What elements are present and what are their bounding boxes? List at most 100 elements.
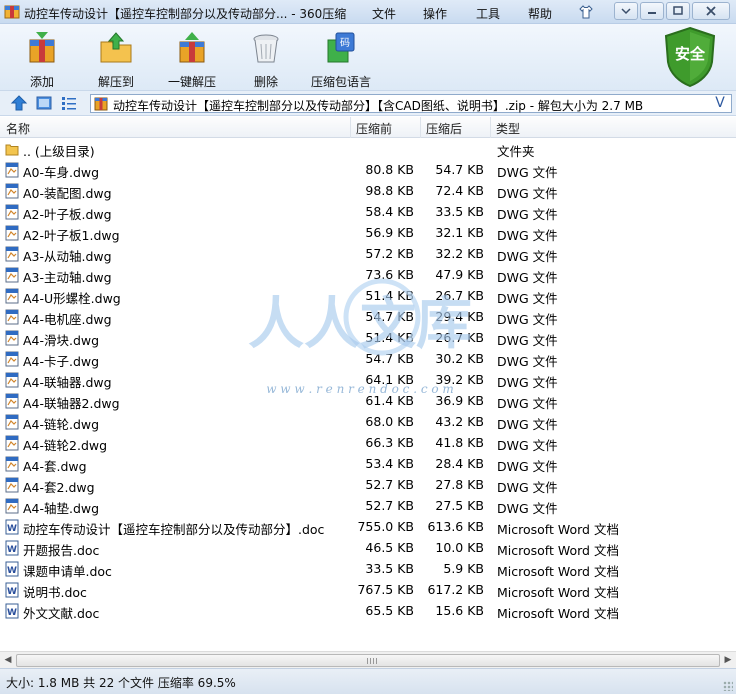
file-row[interactable]: W 外文文献.doc 65.5 KB 15.6 KB Microsoft Word 文档: [0, 600, 736, 621]
column-separator[interactable]: [420, 117, 421, 138]
word-doc-icon: W: [5, 561, 19, 577]
file-row[interactable]: A4-套2.dwg 52.7 KB 27.8 KB DWG 文件: [0, 474, 736, 495]
file-row[interactable]: A4-电机座.dwg 54.7 KB 29.4 KB DWG 文件: [0, 306, 736, 327]
scroll-left-icon[interactable]: ◀: [2, 655, 14, 666]
archive-language-button[interactable]: 码 压缩包语言: [310, 30, 372, 90]
file-size: 80.8 KB: [365, 162, 414, 177]
file-name: A4-滑块.dwg: [23, 333, 100, 348]
file-row[interactable]: A3-从动轴.dwg 57.2 KB 32.2 KB DWG 文件: [0, 243, 736, 264]
file-size: 33.5 KB: [365, 561, 414, 576]
file-compressed-size: 32.1 KB: [435, 225, 484, 240]
shirt-skin-icon[interactable]: [578, 4, 594, 20]
file-row[interactable]: W 说明书.doc 767.5 KB 617.2 KB Microsoft Word 文…: [0, 579, 736, 600]
parent-folder-row[interactable]: .. (上级目录) 文件夹: [0, 138, 736, 159]
file-row[interactable]: A2-叶子板.dwg 58.4 KB 33.5 KB DWG 文件: [0, 201, 736, 222]
safe-badge[interactable]: 安全: [662, 26, 718, 88]
file-compressed-size: 72.4 KB: [435, 183, 484, 198]
file-type: Microsoft Word 文档: [497, 543, 619, 558]
file-compressed-size: 10.0 KB: [435, 540, 484, 555]
address-path: 动控车传动设计【遥控车控制部分以及传动部分】【含CAD图纸、说明书】.zip -…: [113, 99, 644, 113]
file-type: DWG 文件: [497, 228, 558, 243]
add-button[interactable]: 添加: [20, 30, 64, 90]
dwg-file-icon: [5, 393, 19, 409]
dwg-file-icon: [5, 330, 19, 346]
column-name[interactable]: 名称: [6, 120, 30, 136]
list-view-icon[interactable]: [60, 95, 78, 111]
word-doc-icon: W: [5, 603, 19, 619]
file-row[interactable]: A4-联轴器.dwg 64.1 KB 39.2 KB DWG 文件: [0, 369, 736, 390]
file-compressed-size: 54.7 KB: [435, 162, 484, 177]
column-separator[interactable]: [350, 117, 351, 138]
column-compressed[interactable]: 压缩后: [426, 120, 462, 136]
file-row[interactable]: W 动控车传动设计【遥控车控制部分以及传动部分】.doc 755.0 KB 613.6…: [0, 516, 736, 537]
scroll-thumb[interactable]: [16, 654, 720, 667]
column-separator[interactable]: [490, 117, 491, 138]
file-row[interactable]: A2-叶子板1.dwg 56.9 KB 32.1 KB DWG 文件: [0, 222, 736, 243]
file-name: 说明书.doc: [23, 585, 87, 600]
file-compressed-size: 39.2 KB: [435, 372, 484, 387]
title-bar: 动控车传动设计【遥控车控制部分以及传动部分... - 360压缩 文件 操作 工…: [0, 0, 736, 24]
file-row[interactable]: A4-套.dwg 53.4 KB 28.4 KB DWG 文件: [0, 453, 736, 474]
file-compressed-size: 47.9 KB: [435, 267, 484, 282]
menu-operate[interactable]: 操作: [423, 5, 447, 22]
horizontal-scrollbar[interactable]: ◀ ▶: [0, 651, 736, 668]
one-click-extract-button[interactable]: 一键解压: [164, 30, 220, 90]
file-row[interactable]: A4-卡子.dwg 54.7 KB 30.2 KB DWG 文件: [0, 348, 736, 369]
file-row[interactable]: A4-轴垫.dwg 52.7 KB 27.5 KB DWG 文件: [0, 495, 736, 516]
delete-label: 删除: [253, 75, 278, 89]
file-compressed-size: 5.9 KB: [443, 561, 484, 576]
svg-text:W: W: [7, 587, 17, 597]
file-list: .. (上级目录) 文件夹 A0-车身.dwg 80.8 KB 54.7 KB DWG 文…: [0, 138, 736, 621]
file-row[interactable]: A4-链轮.dwg 68.0 KB 43.2 KB DWG 文件: [0, 411, 736, 432]
scroll-right-icon[interactable]: ▶: [722, 655, 734, 666]
extract-to-button[interactable]: 解压到: [94, 30, 138, 90]
menu-down-button[interactable]: [614, 2, 638, 20]
file-size: 54.7 KB: [365, 309, 414, 324]
file-row[interactable]: A4-滑块.dwg 51.4 KB 26.7 KB DWG 文件: [0, 327, 736, 348]
file-type: DWG 文件: [497, 459, 558, 474]
file-row[interactable]: A0-车身.dwg 80.8 KB 54.7 KB DWG 文件: [0, 159, 736, 180]
file-row[interactable]: A4-U形螺栓.dwg 51.4 KB 26.7 KB DWG 文件: [0, 285, 736, 306]
up-arrow-icon[interactable]: [10, 95, 28, 111]
close-button[interactable]: [692, 2, 730, 20]
file-size: 767.5 KB: [357, 582, 414, 597]
minimize-button[interactable]: [640, 2, 664, 20]
status-text: 大小: 1.8 MB 共 22 个文件 压缩率 69.5%: [6, 676, 236, 690]
maximize-button[interactable]: [666, 2, 690, 20]
file-row[interactable]: W 课题申请单.doc 33.5 KB 5.9 KB Microsoft Word 文档: [0, 558, 736, 579]
dwg-file-icon: [5, 414, 19, 430]
file-size: 52.7 KB: [365, 477, 414, 492]
file-row[interactable]: W 开题报告.doc 46.5 KB 10.0 KB Microsoft Word 文档: [0, 537, 736, 558]
file-size: 755.0 KB: [357, 519, 414, 534]
delete-button[interactable]: 删除: [246, 30, 286, 90]
column-size[interactable]: 压缩前: [356, 120, 392, 136]
resize-grip[interactable]: [723, 681, 733, 691]
file-name: A0-车身.dwg: [23, 165, 100, 180]
minimize-icon: [648, 12, 656, 14]
file-row[interactable]: A4-链轮2.dwg 66.3 KB 41.8 KB DWG 文件: [0, 432, 736, 453]
file-name: A4-链轮2.dwg: [23, 438, 108, 453]
file-row[interactable]: A3-主动轴.dwg 73.6 KB 47.9 KB DWG 文件: [0, 264, 736, 285]
file-type: Microsoft Word 文档: [497, 564, 619, 579]
file-compressed-size: 15.6 KB: [435, 603, 484, 618]
file-compressed-size: 27.5 KB: [435, 498, 484, 513]
toolbar: 添加 解压到 一键解压 删除 码 压缩包语言: [0, 24, 736, 90]
word-doc-icon: W: [5, 540, 19, 556]
menu-help[interactable]: 帮助: [528, 5, 552, 22]
address-dropdown-icon[interactable]: V: [711, 96, 729, 111]
file-name: 课题申请单.doc: [23, 564, 112, 579]
address-field[interactable]: 动控车传动设计【遥控车控制部分以及传动部分】【含CAD图纸、说明书】.zip -…: [90, 94, 732, 113]
file-row[interactable]: A0-装配图.dwg 98.8 KB 72.4 KB DWG 文件: [0, 180, 736, 201]
menu-file[interactable]: 文件: [372, 5, 396, 22]
large-icon-view-icon[interactable]: [35, 95, 53, 111]
file-name: A4-卡子.dwg: [23, 354, 100, 369]
file-row[interactable]: A4-联轴器2.dwg 61.4 KB 36.9 KB DWG 文件: [0, 390, 736, 411]
file-compressed-size: 41.8 KB: [435, 435, 484, 450]
file-name: A4-联轴器.dwg: [23, 375, 112, 390]
file-size: 52.7 KB: [365, 498, 414, 513]
menu-tools[interactable]: 工具: [476, 5, 500, 22]
file-size: 46.5 KB: [365, 540, 414, 555]
column-type[interactable]: 类型: [496, 120, 520, 136]
dwg-file-icon: [5, 372, 19, 388]
svg-text:W: W: [7, 524, 17, 534]
